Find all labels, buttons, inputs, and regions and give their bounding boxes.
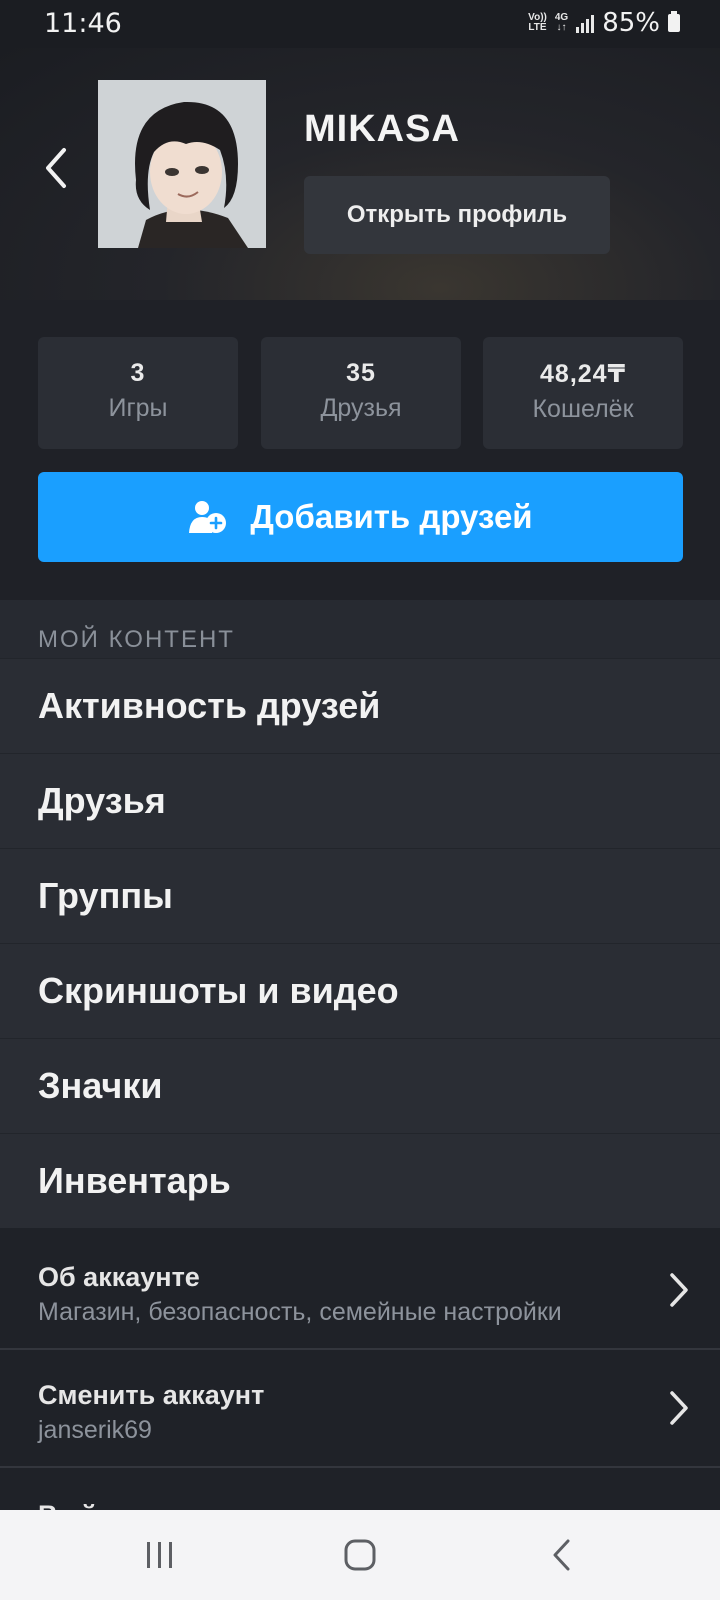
- network-indicator: 4G ↓↑: [554, 12, 569, 33]
- volte-indicator: Vo)) LTE: [528, 12, 547, 33]
- account-list: Об аккаунте Магазин, безопасность, семей…: [0, 1232, 720, 1528]
- add-friends-button[interactable]: Добавить друзей: [38, 472, 683, 562]
- menu-item-screenshots-videos[interactable]: Скриншоты и видео: [0, 943, 720, 1038]
- row-title: Об аккаунте: [38, 1262, 200, 1292]
- my-content-list: Активность друзей Друзья Группы Скриншот…: [0, 658, 720, 1228]
- home-icon: [344, 1539, 376, 1571]
- stat-value: 48,24₸: [540, 360, 626, 388]
- battery-percent: 85%: [602, 8, 660, 38]
- open-profile-button[interactable]: Открыть профиль: [304, 176, 610, 254]
- avatar-image: [98, 80, 266, 248]
- row-subtitle: Магазин, безопасность, семейные настройк…: [38, 1298, 562, 1326]
- back-button[interactable]: [36, 140, 76, 196]
- system-nav-bar: [0, 1510, 720, 1600]
- section-title: МОЙ КОНТЕНТ: [38, 626, 235, 653]
- steam-profile-screen: 11:46 Vo)) LTE 4G ↓↑ 85% MIKASA Открыть …: [0, 0, 720, 1600]
- stats-area: 3 Игры 35 Друзья 48,24₸ Кошелёк Добавить…: [0, 300, 720, 600]
- signal-icon: [576, 13, 595, 33]
- stat-label: Кошелёк: [532, 395, 634, 423]
- stat-value: 35: [346, 359, 376, 387]
- add-friends-label: Добавить друзей: [250, 498, 533, 535]
- row-title: Сменить аккаунт: [38, 1380, 265, 1410]
- back-icon: [553, 1539, 570, 1571]
- menu-item-friends[interactable]: Друзья: [0, 753, 720, 848]
- my-content-header: МОЙ КОНТЕНТ: [0, 600, 720, 658]
- battery-icon: [668, 11, 680, 32]
- avatar[interactable]: [98, 80, 266, 248]
- recent-apps-icon: [147, 1542, 172, 1568]
- chevron-right-icon: [670, 1273, 688, 1307]
- stat-wallet[interactable]: 48,24₸ Кошелёк: [483, 337, 683, 449]
- menu-item-inventory[interactable]: Инвентарь: [0, 1133, 720, 1228]
- stat-value: 3: [130, 359, 146, 387]
- stat-label: Друзья: [320, 394, 402, 422]
- account-details-row[interactable]: Об аккаунте Магазин, безопасность, семей…: [0, 1232, 720, 1350]
- status-icons: Vo)) LTE 4G ↓↑ 85%: [528, 8, 680, 38]
- stat-games[interactable]: 3 Игры: [38, 337, 238, 449]
- chevron-left-icon: [46, 148, 66, 188]
- status-time: 11:46: [44, 8, 122, 39]
- menu-item-badges[interactable]: Значки: [0, 1038, 720, 1133]
- stat-friends[interactable]: 35 Друзья: [261, 337, 461, 449]
- chevron-right-icon: [670, 1391, 688, 1425]
- profile-header: MIKASA Открыть профиль: [0, 48, 720, 300]
- recent-apps-button[interactable]: [130, 1532, 190, 1578]
- home-button[interactable]: [330, 1532, 390, 1578]
- menu-item-friend-activity[interactable]: Активность друзей: [0, 658, 720, 753]
- status-bar: 11:46 Vo)) LTE 4G ↓↑ 85%: [0, 0, 720, 48]
- stat-label: Игры: [108, 394, 168, 422]
- profile-username: MIKASA: [304, 108, 460, 150]
- row-subtitle: janserik69: [38, 1416, 152, 1444]
- system-back-button[interactable]: [532, 1532, 592, 1578]
- add-user-icon: [189, 501, 227, 533]
- menu-item-groups[interactable]: Группы: [0, 848, 720, 943]
- switch-account-row[interactable]: Сменить аккаунт janserik69: [0, 1350, 720, 1468]
